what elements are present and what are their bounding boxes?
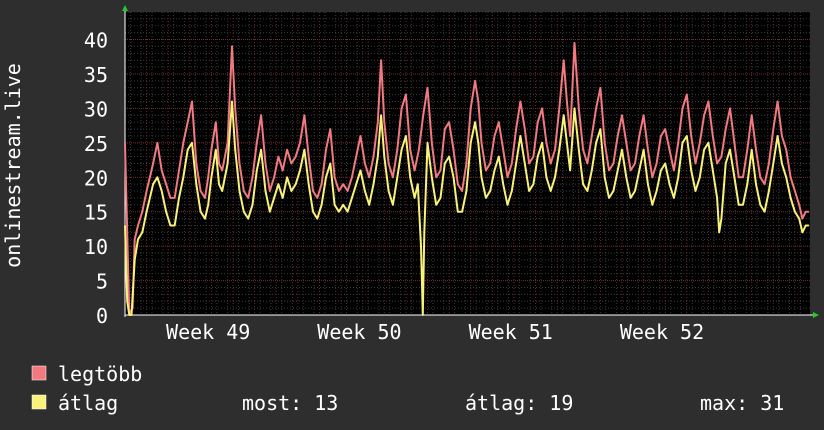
y-tick-label: 20 bbox=[84, 166, 108, 190]
stat-average: átlag: 19 bbox=[465, 391, 573, 415]
x-tick-label: Week 50 bbox=[317, 320, 401, 344]
x-tick-label: Week 52 bbox=[620, 320, 704, 344]
line-chart: 0 5 10 15 20 25 30 35 40 Week 49 Week 50 Week 51 Wee… bbox=[1, 5, 819, 415]
legend-swatch-avg bbox=[31, 394, 47, 410]
x-tick-label: Week 49 bbox=[166, 320, 250, 344]
chart-container: 0 5 10 15 20 25 30 35 40 Week 49 Week 50 Week 51 Wee… bbox=[0, 0, 824, 430]
plot-area: 0 5 10 15 20 25 30 35 40 Week 49 Week 50 Week 51 Wee… bbox=[1, 5, 819, 344]
y-tick-label: 0 bbox=[96, 304, 108, 328]
x-tick-label: Week 51 bbox=[469, 320, 553, 344]
y-tick-label: 15 bbox=[84, 201, 108, 225]
stat-max: max: 31 bbox=[700, 391, 784, 415]
y-tick-label: 25 bbox=[84, 132, 108, 156]
legend-label-avg: átlag bbox=[58, 391, 118, 415]
legend-label-max: legtöbb bbox=[58, 362, 142, 386]
y-tick-label: 40 bbox=[84, 29, 108, 53]
x-axis-arrow bbox=[813, 312, 819, 318]
legend-swatch-max bbox=[31, 365, 47, 381]
y-tick-label: 35 bbox=[84, 63, 108, 87]
legend: legtöbb átlag most: 13 átlag: 19 max: 31 bbox=[31, 362, 784, 415]
y-axis-arrow bbox=[122, 5, 128, 11]
y-axis-label: onlinestream.live bbox=[1, 63, 25, 268]
stat-now: most: 13 bbox=[242, 391, 338, 415]
y-tick-label: 30 bbox=[84, 97, 108, 121]
y-tick-label: 10 bbox=[84, 235, 108, 259]
y-tick-label: 5 bbox=[96, 270, 108, 294]
